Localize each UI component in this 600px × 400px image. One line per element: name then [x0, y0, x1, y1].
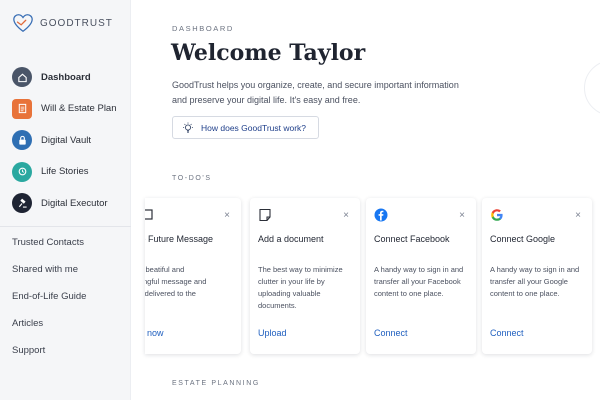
sidebar-item-will-estate-plan[interactable]: Will & Estate Plan [12, 98, 130, 120]
card-action-start-now[interactable]: rt now [145, 328, 164, 338]
lightbulb-icon [183, 122, 193, 133]
gavel-icon [12, 193, 32, 213]
card-description: A handy way to sign in and transfer all … [490, 265, 580, 298]
page-eyebrow: DASHBOARD [172, 24, 234, 33]
logo-text: GOODTRUST [40, 17, 113, 29]
link-trusted-contacts[interactable]: Trusted Contacts [12, 237, 86, 264]
story-icon [12, 161, 32, 182]
close-icon[interactable]: × [343, 210, 349, 221]
estate-planning-section-title: ESTATE PLANNING [172, 380, 260, 387]
sidebar: GOODTRUST Dashboard Will & Estate Plan D… [0, 0, 131, 400]
heart-logo-icon [13, 14, 33, 33]
vault-icon [12, 130, 32, 150]
how-it-works-label: How does GoodTrust work? [201, 122, 307, 133]
facebook-icon [374, 208, 388, 222]
link-end-of-life-guide[interactable]: End-of-Life Guide [12, 291, 86, 318]
todo-cards: × ate Future Message ft a beatiful and a… [145, 198, 600, 354]
todo-card-connect-facebook[interactable]: × Connect Facebook A handy way to sign i… [366, 198, 476, 354]
todo-card-future-message[interactable]: × ate Future Message ft a beatiful and a… [145, 198, 241, 354]
main-content: DASHBOARD Welcome Taylor GoodTrust helps… [131, 0, 600, 400]
sidebar-item-digital-vault[interactable]: Digital Vault [12, 129, 130, 151]
sidebar-links: Trusted Contacts Shared with me End-of-L… [12, 237, 86, 372]
app-window: GOODTRUST Dashboard Will & Estate Plan D… [0, 0, 600, 400]
message-icon [145, 209, 153, 220]
sidebar-item-label: Dashboard [41, 71, 91, 83]
card-action-connect-google[interactable]: Connect [490, 328, 524, 338]
sidebar-item-dashboard[interactable]: Dashboard [12, 66, 130, 88]
sidebar-nav: Dashboard Will & Estate Plan Digital Vau… [12, 66, 130, 224]
card-description: The best way to minimize clutter in your… [258, 265, 343, 310]
link-support[interactable]: Support [12, 345, 86, 372]
todo-card-connect-google[interactable]: × Connect Google A handy way to sign in … [482, 198, 592, 354]
page-title: Welcome Taylor [171, 40, 366, 66]
card-title: Connect Facebook [374, 234, 450, 244]
home-icon [12, 67, 32, 87]
sidebar-item-digital-executor[interactable]: Digital Executor [12, 192, 130, 214]
todos-section-title: TO-DO'S [172, 175, 212, 182]
close-icon[interactable]: × [224, 210, 230, 221]
card-action-upload[interactable]: Upload [258, 328, 287, 338]
card-title: Add a document [258, 234, 324, 244]
todo-card-add-document[interactable]: × Add a document The best way to minimiz… [250, 198, 360, 354]
close-icon[interactable]: × [459, 210, 465, 221]
intro-text: GoodTrust helps you organize, create, an… [172, 80, 459, 105]
google-icon [491, 209, 503, 221]
how-it-works-button[interactable]: How does GoodTrust work? [172, 116, 319, 139]
document-icon [12, 98, 32, 119]
card-title: ate Future Message [145, 234, 214, 244]
link-articles[interactable]: Articles [12, 318, 86, 345]
sidebar-item-label: Digital Executor [41, 197, 108, 209]
sidebar-divider [0, 226, 131, 227]
sidebar-item-label: Digital Vault [41, 134, 91, 146]
card-description: ft a beatiful and aningful message and s… [145, 265, 207, 298]
note-icon [259, 208, 271, 222]
sidebar-item-label: Will & Estate Plan [41, 103, 117, 114]
link-shared-with-me[interactable]: Shared with me [12, 264, 86, 291]
close-icon[interactable]: × [575, 210, 581, 221]
card-action-connect-facebook[interactable]: Connect [374, 328, 408, 338]
sidebar-item-life-stories[interactable]: Life Stories [12, 161, 130, 183]
sidebar-item-label: Life Stories [41, 166, 89, 177]
card-description: A handy way to sign in and transfer all … [374, 265, 464, 298]
card-title: Connect Google [490, 234, 556, 244]
decorative-circle [584, 60, 600, 116]
logo[interactable]: GOODTRUST [12, 12, 113, 34]
